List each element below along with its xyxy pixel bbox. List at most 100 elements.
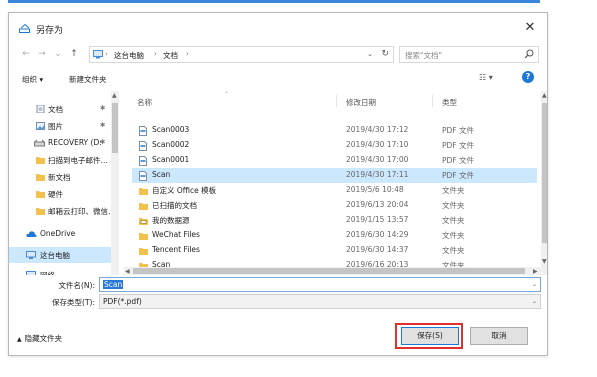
breadcrumb-documents[interactable]: 文档	[163, 50, 178, 61]
scroll-left-icon[interactable]: ◀	[125, 268, 130, 275]
file-name: Scan0003	[152, 125, 190, 134]
search-input[interactable]: 搜索"文档"	[399, 46, 539, 63]
nav-item-recovery-drive[interactable]: RECOVERY (D: ✱	[9, 135, 111, 151]
pin-icon: ✱	[100, 138, 106, 146]
recent-locations-button[interactable]: ⌄	[51, 46, 65, 62]
datasource-folder-icon	[139, 218, 148, 225]
column-divider[interactable]	[432, 95, 433, 107]
nav-scrollbar[interactable]: ▲	[111, 91, 119, 275]
window-title: 另存为	[36, 26, 64, 36]
command-bar: 组织 ▾ 新建文件夹 ☷ ▾ ?	[9, 69, 547, 91]
nav-item-new-documents[interactable]: 新文档	[9, 169, 111, 185]
back-button[interactable]: ←	[19, 46, 33, 62]
file-row[interactable]: Scan0003 2019/4/30 17:12 PDF 文件	[132, 123, 537, 138]
file-name: Tencent Files	[152, 245, 200, 254]
address-row: ← → ⌄ ↑ › 这台电脑 › 文档 › ⌄ ↻ 搜索"文档"	[9, 43, 547, 69]
filename-input[interactable]: Scan ⌄	[99, 277, 541, 292]
picture-icon	[36, 122, 45, 130]
refresh-icon[interactable]: ↻	[381, 49, 389, 59]
help-icon[interactable]: ?	[522, 71, 534, 83]
nav-item-label: 文档	[48, 105, 63, 114]
file-type: PDF 文件	[442, 141, 474, 150]
column-divider[interactable]	[336, 95, 337, 107]
close-button[interactable]: ✕	[513, 13, 547, 43]
view-options-icon[interactable]: ☷ ▾	[479, 73, 493, 82]
file-name: WeChat Files	[152, 230, 200, 239]
nav-item-label: 新文档	[48, 173, 71, 182]
nav-item-network[interactable]: 网络	[9, 267, 111, 275]
file-row[interactable]: Tencent Files 2019/6/30 14:37 文件夹	[132, 243, 537, 258]
scroll-right-icon[interactable]: ▶	[533, 268, 538, 275]
file-date: 2019/1/15 13:57	[346, 215, 409, 224]
folder-icon	[36, 157, 45, 164]
file-row[interactable]: Scan0002 2019/4/30 17:10 PDF 文件	[132, 138, 537, 153]
file-row[interactable]: Scan 2019/4/30 17:11 PDF 文件	[132, 168, 537, 183]
column-header-name[interactable]: 名称	[137, 97, 152, 108]
cancel-button[interactable]: 取消	[470, 327, 528, 345]
top-accent-bar	[8, 0, 540, 3]
address-dropdown-button[interactable]: ⌄	[367, 50, 373, 58]
title-bar: 另存为 ✕	[9, 13, 547, 43]
up-button[interactable]: ↑	[67, 46, 81, 62]
nav-item-documents[interactable]: 文档 ✱	[9, 101, 111, 117]
pin-icon: ✱	[100, 104, 106, 112]
dialog-footer: ▲ 隐藏文件夹 保存(S) 取消	[9, 323, 547, 355]
scroll-down-icon[interactable]: ▼	[542, 258, 547, 265]
chevron-down-icon: ⌄	[531, 298, 537, 305]
horizontal-scroll-thumb[interactable]	[133, 268, 525, 274]
file-type: PDF 文件	[442, 156, 474, 165]
file-row[interactable]: 已扫描的文档 2019/6/13 20:04 文件夹	[132, 198, 537, 213]
save-button[interactable]: 保存(S)	[401, 327, 459, 345]
nav-item-label: 图片	[48, 122, 63, 131]
address-separator: ›	[186, 50, 189, 58]
scroll-up-icon[interactable]: ▲	[112, 92, 117, 99]
chevron-down-icon[interactable]: ⌄	[532, 281, 537, 288]
file-list-vertical-scrollbar[interactable]: ▲ ▼	[541, 91, 547, 267]
file-date: 2019/4/30 17:11	[346, 170, 409, 179]
file-row[interactable]: Scan0001 2019/4/30 17:00 PDF 文件	[132, 153, 537, 168]
file-type: 文件夹	[442, 186, 465, 195]
nav-item-this-pc[interactable]: 这台电脑	[9, 247, 111, 263]
hide-folders-toggle[interactable]: ▲ 隐藏文件夹	[17, 333, 62, 344]
search-icon	[524, 49, 534, 59]
nav-item-pictures[interactable]: 图片 ✱	[9, 118, 111, 134]
folder-icon	[36, 174, 45, 181]
nav-item-label: 网络	[40, 270, 55, 275]
organize-menu[interactable]: 组织 ▾	[22, 74, 43, 85]
pin-icon: ✱	[100, 121, 106, 129]
nav-item-onedrive[interactable]: OneDrive	[9, 226, 111, 242]
file-name: Scan0002	[152, 140, 190, 149]
nav-item-hardware[interactable]: 硬件	[9, 186, 111, 202]
chevron-up-icon: ▲	[17, 336, 22, 343]
save-as-dialog: 另存为 ✕ ← → ⌄ ↑ › 这台电脑 › 文档 › ⌄ ↻ 搜索"文档" 组…	[8, 12, 548, 356]
address-separator: ›	[154, 50, 157, 58]
nav-item-cloud-print[interactable]: 邮箱云打印、微信…	[9, 203, 111, 219]
file-row[interactable]: WeChat Files 2019/6/30 14:29 文件夹	[132, 228, 537, 243]
column-header-date[interactable]: 修改日期	[346, 97, 376, 108]
new-folder-button[interactable]: 新建文件夹	[69, 74, 107, 85]
address-bar[interactable]: › 这台电脑 › 文档 › ⌄ ↻	[89, 46, 394, 63]
vertical-scroll-thumb[interactable]	[542, 103, 547, 243]
file-list-horizontal-scrollbar[interactable]: ◀ ▶	[124, 267, 547, 275]
filetype-select[interactable]: PDF(*.pdf) ⌄	[99, 294, 541, 309]
scroll-up-icon[interactable]: ▲	[542, 92, 547, 99]
forward-button[interactable]: →	[35, 46, 49, 62]
folder-icon	[139, 233, 148, 240]
file-name: 我的数据源	[152, 216, 190, 225]
filename-label: 文件名(N):	[58, 281, 96, 290]
column-header-type[interactable]: 类型	[442, 97, 457, 108]
nav-item-scan-to-email[interactable]: 扫描到电子邮件…	[9, 152, 111, 168]
nav-scroll-thumb[interactable]	[112, 103, 118, 153]
save-as-icon	[19, 24, 30, 33]
file-type: PDF 文件	[442, 171, 474, 180]
breadcrumb-this-pc[interactable]: 这台电脑	[114, 50, 144, 61]
file-row[interactable]: 我的数据源 2019/1/15 13:57 文件夹	[132, 213, 537, 228]
file-row[interactable]: 自定义 Office 模板 2019/5/6 10:48 文件夹	[132, 183, 537, 198]
filename-value: Scan	[103, 280, 124, 289]
pdf-icon	[139, 171, 147, 181]
file-type: 文件夹	[442, 231, 465, 240]
file-date: 2019/5/6 10:48	[346, 185, 404, 194]
sort-caret-icon: ⌄	[224, 91, 230, 95]
pdf-icon	[139, 156, 147, 166]
file-name: Scan0001	[152, 155, 190, 164]
